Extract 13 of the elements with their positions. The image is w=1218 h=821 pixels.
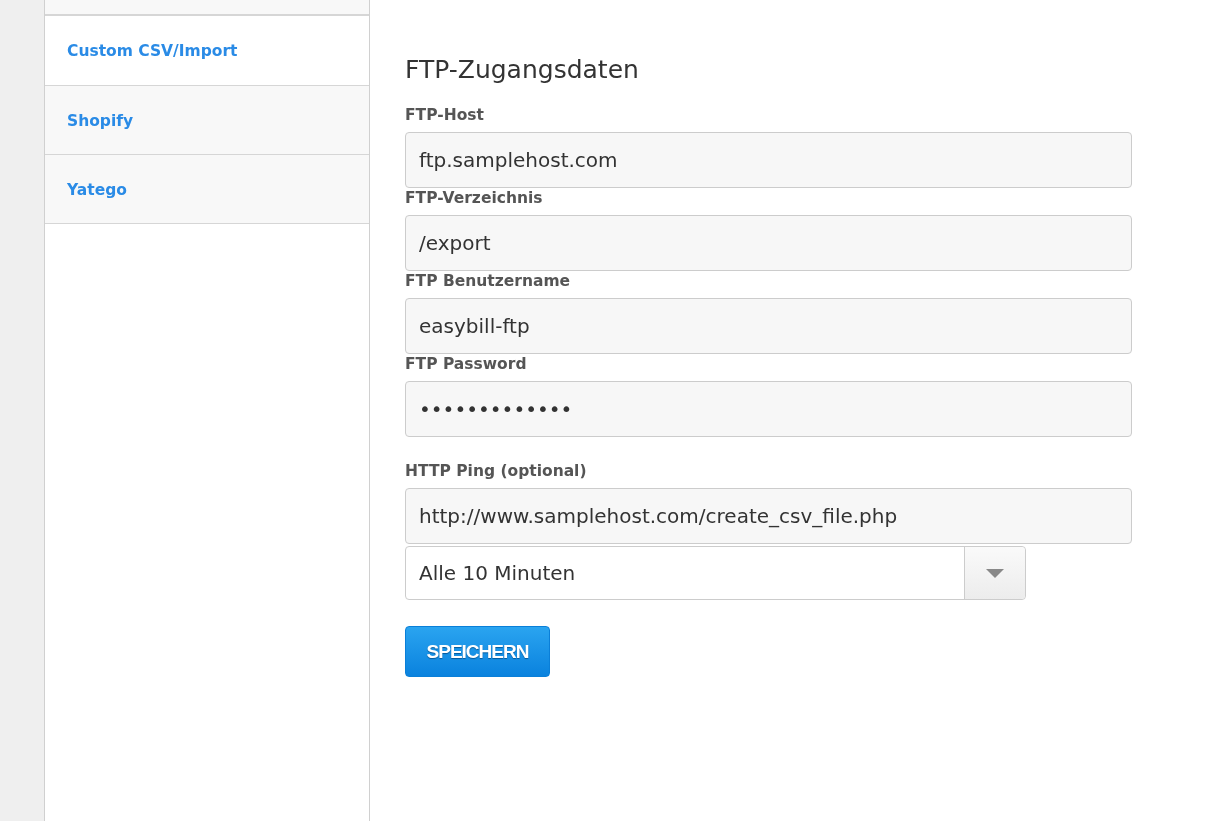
input-field[interactable]: easybill-ftp xyxy=(405,298,1132,354)
field-label: FTP Password xyxy=(405,355,528,373)
input-field[interactable]: ••••••••••••• xyxy=(405,381,1132,437)
interval-dropdown[interactable]: Alle 10 Minuten xyxy=(405,546,1026,600)
input-field[interactable]: http://www.samplehost.com/create_csv_file.php xyxy=(405,488,1132,544)
field-label: HTTP Ping (optional) xyxy=(405,462,588,480)
field-label: FTP Benutzername xyxy=(405,272,572,290)
field-label: FTP-Host xyxy=(405,106,485,124)
input-field[interactable]: ftp.samplehost.com xyxy=(405,132,1132,188)
section-heading: FTP-Zugangsdaten xyxy=(405,56,640,84)
input-field[interactable]: /export xyxy=(405,215,1132,271)
caret-icon xyxy=(986,568,1004,578)
field-label: FTP-Verzeichnis xyxy=(405,189,544,207)
